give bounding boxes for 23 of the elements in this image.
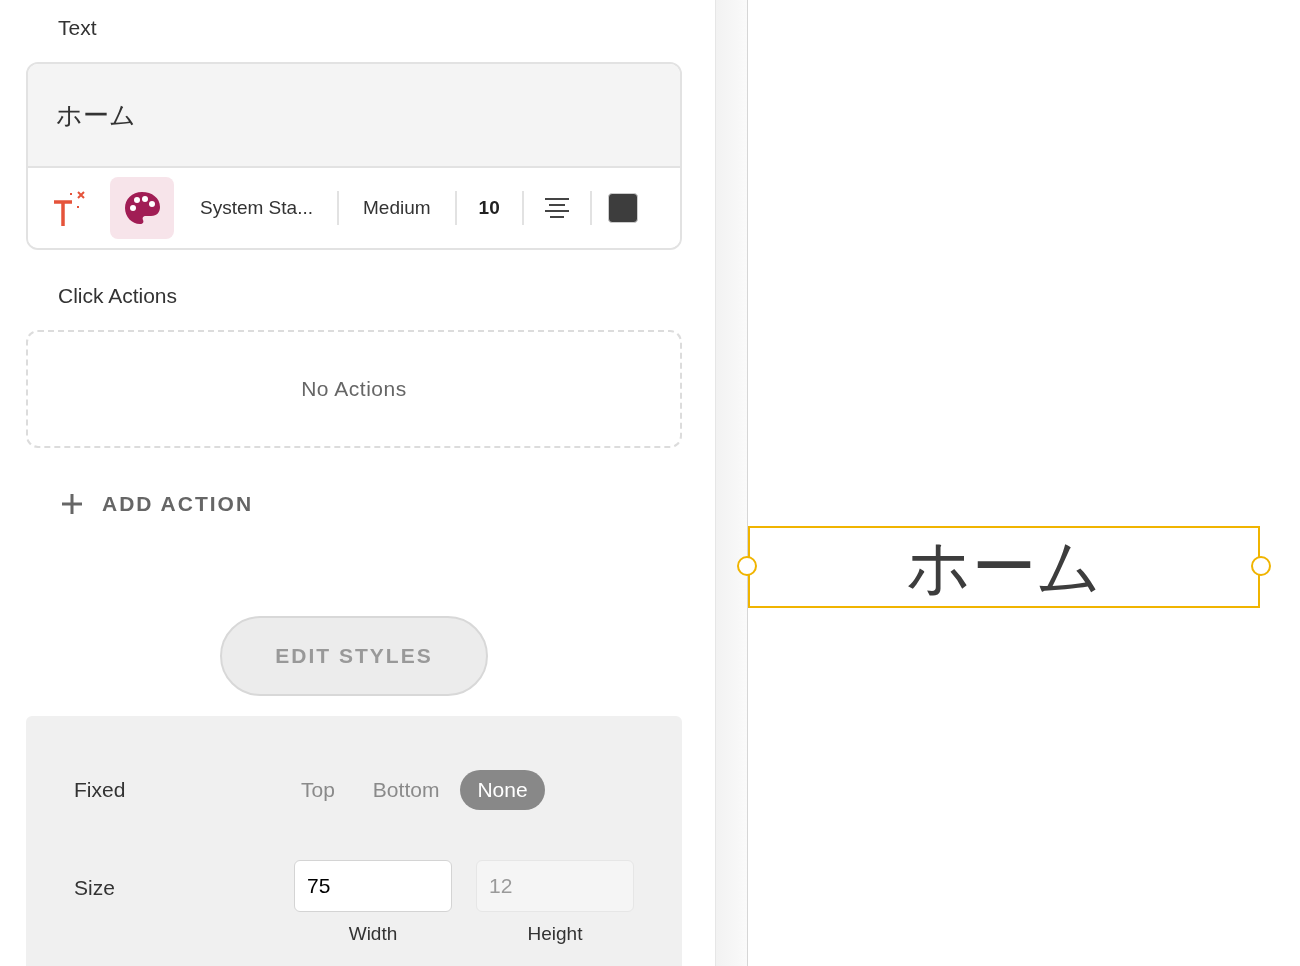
field-caption: Width — [348, 921, 398, 946]
fixed-option[interactable]: None — [460, 769, 545, 810]
resize-handle[interactable] — [1251, 556, 1271, 576]
empty-actions-text: No Actions — [301, 376, 407, 403]
plus-icon — [62, 493, 82, 514]
section-label: Click Actions — [58, 283, 179, 309]
size-field[interactable]: 75 — [294, 859, 452, 912]
palette-icon — [123, 190, 161, 226]
align-center-icon[interactable] — [543, 197, 570, 219]
canvas-text: ホーム — [906, 535, 1102, 599]
font-size-selector[interactable]: 10 — [478, 193, 500, 223]
text-element[interactable]: ホーム — [748, 526, 1260, 608]
palette-button[interactable] — [110, 177, 174, 239]
section-label: Text — [58, 15, 98, 41]
color-swatch[interactable] — [607, 193, 638, 223]
size-label: Size — [74, 874, 116, 901]
field-caption: Height — [527, 921, 583, 946]
resize-handle[interactable] — [737, 556, 757, 576]
font-weight-selector[interactable]: Medium — [363, 193, 431, 223]
font-family-selector[interactable]: System Sta... — [200, 193, 313, 223]
fixed-label: Fixed — [74, 776, 127, 803]
add-action-button[interactable]: ADD ACTION — [62, 488, 254, 520]
text-value[interactable]: ホーム — [56, 95, 136, 135]
